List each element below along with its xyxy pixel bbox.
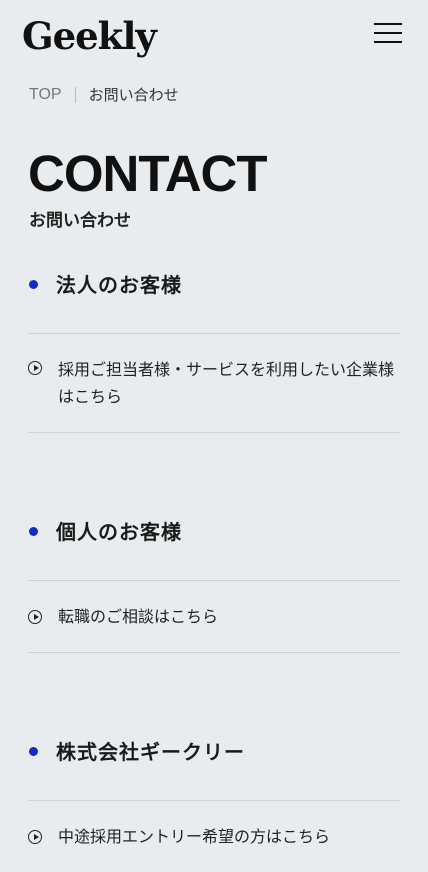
bullet-dot-icon: [29, 280, 38, 289]
link-label: 中途採用エントリー希望の方はこちら: [58, 827, 331, 846]
section-corporate: 法人のお客様 採用ご担当者様・サービスを利用したい企業様はこちら: [28, 259, 400, 433]
section-title: 法人のお客様: [56, 273, 182, 297]
recruit-entry-link[interactable]: 中途採用エントリー希望の方はこちら: [28, 801, 400, 872]
section-title: 個人のお客様: [56, 520, 182, 544]
site-header: Geekly: [0, 0, 428, 80]
section-header: 株式会社ギークリー: [28, 726, 400, 776]
divider: [28, 652, 400, 653]
breadcrumb-separator: [74, 86, 76, 103]
hamburger-menu-icon[interactable]: [372, 22, 404, 44]
link-label: 転職のご相談はこちら: [58, 607, 219, 626]
section-title: 株式会社ギークリー: [56, 740, 245, 764]
site-logo[interactable]: Geekly: [22, 14, 157, 58]
individual-contact-link[interactable]: 転職のご相談はこちら: [28, 581, 400, 652]
link-label: 採用ご担当者様・サービスを利用したい企業様はこちら: [58, 360, 395, 406]
circle-arrow-right-icon: [28, 830, 42, 844]
corporate-contact-link[interactable]: 採用ご担当者様・サービスを利用したい企業様はこちら: [28, 334, 400, 432]
page-subtitle: お問い合わせ: [29, 211, 131, 231]
section-company: 株式会社ギークリー 中途採用エントリー希望の方はこちら: [28, 726, 400, 872]
section-header: 法人のお客様: [28, 259, 400, 309]
section-header: 個人のお客様: [28, 506, 400, 556]
breadcrumb-current: お問い合わせ: [88, 86, 179, 104]
page-title: CONTACT: [28, 145, 268, 202]
breadcrumb-top-link[interactable]: TOP: [29, 86, 62, 104]
circle-arrow-right-icon: [28, 361, 42, 375]
bullet-dot-icon: [29, 527, 38, 536]
divider: [28, 432, 400, 433]
section-individual: 個人のお客様 転職のご相談はこちら: [28, 506, 400, 653]
circle-arrow-right-icon: [28, 610, 42, 624]
bullet-dot-icon: [29, 747, 38, 756]
breadcrumb: TOP お問い合わせ: [29, 84, 179, 105]
